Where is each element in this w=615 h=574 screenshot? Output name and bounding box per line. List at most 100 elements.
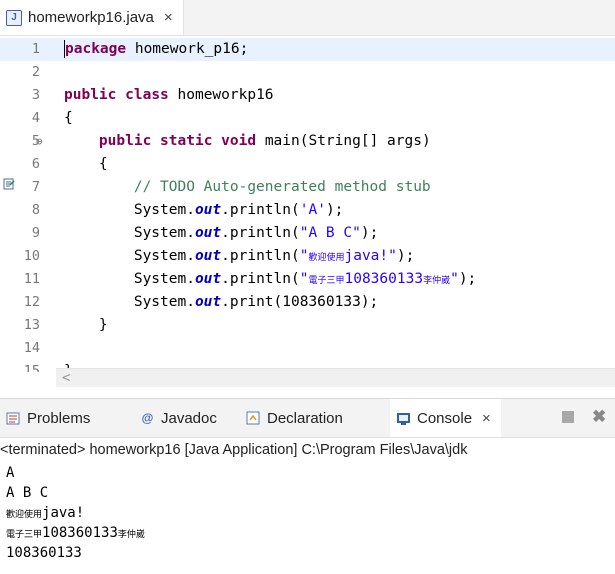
java-file-icon: J xyxy=(6,9,22,26)
tab-console-label: Console xyxy=(417,409,473,427)
code-token: System. xyxy=(64,294,195,310)
code-text: System.out.println('A'); xyxy=(64,199,344,222)
code-token: out xyxy=(194,294,222,310)
code-line[interactable]: 4{ xyxy=(0,107,615,130)
horizontal-scrollbar[interactable]: < xyxy=(56,368,615,387)
code-token: public xyxy=(64,87,117,103)
code-token: out xyxy=(194,225,222,241)
code-token: homework_p16; xyxy=(126,41,249,57)
console-output-text: 電子三甲 xyxy=(6,530,43,540)
tab-javadoc-label: Javadoc xyxy=(161,409,217,427)
code-token: .println( xyxy=(221,202,300,218)
editor-tab[interactable]: J homeworkp16.java × xyxy=(0,0,184,35)
code-token: main(String[] args) xyxy=(256,133,431,149)
console-output-text: 108360133 xyxy=(6,545,82,561)
console-output-text: 108360133 xyxy=(42,525,118,541)
code-token: 電子三甲 xyxy=(308,276,345,286)
tab-declaration[interactable]: Declaration xyxy=(246,399,343,437)
code-token: ); xyxy=(360,225,379,241)
code-token: } xyxy=(64,317,108,333)
code-line[interactable]: 1 package homework_p16; xyxy=(0,38,615,61)
code-line[interactable]: 2 xyxy=(0,61,615,84)
terminate-icon[interactable] xyxy=(562,411,574,423)
remove-launch-icon[interactable]: ✖ xyxy=(592,407,606,427)
console-output-text: 歡迎使用 xyxy=(6,510,43,520)
code-line[interactable]: 12 System.out.print(108360133); xyxy=(0,291,615,314)
code-token: " xyxy=(450,271,459,287)
code-text: System.out.println("歡迎使用java!"); xyxy=(64,245,415,270)
code-line[interactable]: 8 System.out.println('A'); xyxy=(0,199,615,222)
code-line[interactable]: 10 System.out.println("歡迎使用java!"); xyxy=(0,245,615,268)
console-output-line: A xyxy=(6,463,145,483)
line-number: 4 xyxy=(31,110,40,126)
line-number: 13 xyxy=(23,317,40,333)
code-token: void xyxy=(221,133,257,149)
close-console-icon[interactable]: × xyxy=(482,410,491,427)
code-token: { xyxy=(64,156,108,172)
scroll-left-icon[interactable]: < xyxy=(62,369,70,387)
code-token: "A B C" xyxy=(299,225,361,241)
line-number: 14 xyxy=(23,340,40,356)
tab-problems[interactable]: Problems xyxy=(6,399,90,437)
code-line[interactable]: 14 xyxy=(0,337,615,360)
code-token: homeworkp16 xyxy=(168,87,274,103)
code-line[interactable]: 13 } xyxy=(0,314,615,337)
code-text: System.out.println("A B C"); xyxy=(64,222,378,245)
code-token: System. xyxy=(64,248,195,264)
close-tab-icon[interactable]: × xyxy=(164,9,173,26)
javadoc-icon: @ xyxy=(141,411,154,425)
declaration-icon xyxy=(246,411,261,426)
console-output-line: 歡迎使用java! xyxy=(6,503,145,523)
line-number: 3 xyxy=(31,87,40,103)
code-token: 108360133 xyxy=(344,271,424,287)
line-number: 15 xyxy=(23,363,40,372)
console-icon xyxy=(396,411,411,426)
code-text: { xyxy=(64,153,108,176)
console-output-text: A B C xyxy=(6,485,49,501)
code-token: ); xyxy=(325,202,344,218)
line-number: 12 xyxy=(23,294,40,310)
code-token: .println( xyxy=(221,225,300,241)
editor-tab-title: homeworkp16.java xyxy=(28,9,154,26)
panel-tab-bar: Problems @ Javadoc Declaration Console ×… xyxy=(0,398,615,438)
line-number: 7 xyxy=(31,179,40,195)
code-token: 李仲崴 xyxy=(423,276,451,286)
code-token: .println( xyxy=(221,271,300,287)
code-line[interactable]: 3 public class homeworkp16 xyxy=(0,84,615,107)
console-output[interactable]: AA B C 歡迎使用java! 電子三甲108360133李仲崴 108360133 xyxy=(6,463,145,563)
code-line[interactable]: 6 { xyxy=(0,153,615,176)
console-output-text: 李仲崴 xyxy=(117,530,145,540)
console-output-text: java! xyxy=(42,505,85,521)
code-editor[interactable]: 1 package homework_p16; 2 3 public class hom… xyxy=(0,36,615,387)
code-token: out xyxy=(194,202,222,218)
code-token: 'A' xyxy=(299,202,326,218)
code-token: public xyxy=(98,133,152,149)
tab-javadoc[interactable]: @ Javadoc xyxy=(140,399,217,437)
tab-problems-label: Problems xyxy=(27,409,91,427)
code-line[interactable]: 9 System.out.println("A B C"); xyxy=(0,222,615,245)
code-text: public class homeworkp16 xyxy=(64,84,274,107)
code-line[interactable]: 7 // TODO Auto-generated method stub xyxy=(0,176,615,199)
line-number: 10 xyxy=(23,248,40,264)
code-token: ); xyxy=(396,248,415,264)
line-number: 11 xyxy=(23,271,40,287)
code-line[interactable]: 5 ⊖ public static void main(String[] args… xyxy=(0,130,615,153)
console-status-line: <terminated> homeworkp16 [Java Applicati… xyxy=(0,442,468,458)
code-token: 歡迎使用 xyxy=(308,253,345,263)
code-text: public static void main(String[] args) xyxy=(64,130,431,153)
console-output-line: 電子三甲108360133李仲崴 xyxy=(6,523,145,543)
code-token: .print(108360133); xyxy=(221,294,379,310)
problems-icon xyxy=(6,411,21,426)
code-token: java!" xyxy=(344,248,397,264)
code-token: out xyxy=(194,248,222,264)
tab-console[interactable]: Console × xyxy=(390,399,501,437)
code-text: System.out.print(108360133); xyxy=(64,291,378,314)
fold-toggle-icon[interactable]: ⊖ xyxy=(36,130,43,153)
code-token: static xyxy=(160,133,213,149)
code-line[interactable]: 11 System.out.println("電子三甲108360133李仲崴"… xyxy=(0,268,615,291)
editor-tab-bar: J homeworkp16.java × xyxy=(0,0,615,36)
line-number: 8 xyxy=(31,202,40,218)
code-text: { xyxy=(64,107,73,130)
